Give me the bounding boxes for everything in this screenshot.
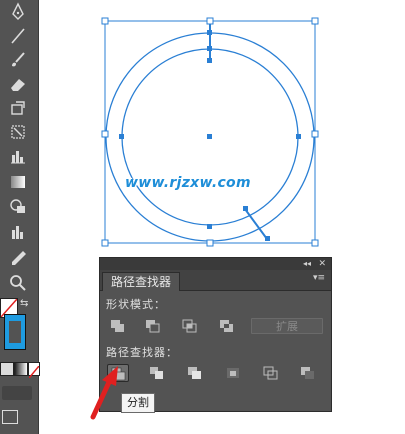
- line-tool-icon[interactable]: [6, 26, 30, 46]
- rotate-tool-icon[interactable]: [6, 98, 30, 118]
- pen-tool-icon[interactable]: [6, 2, 30, 22]
- merge-button[interactable]: [184, 364, 206, 382]
- stroke-swatch[interactable]: [4, 314, 26, 350]
- outline-button[interactable]: [260, 364, 282, 382]
- intersect-button[interactable]: [179, 317, 201, 335]
- gradient-mode-icon[interactable]: [14, 362, 28, 376]
- exclude-button[interactable]: [216, 317, 238, 335]
- trim-button[interactable]: [146, 364, 168, 382]
- gradient-tool-icon[interactable]: [6, 172, 30, 192]
- close-icon[interactable]: ✕: [318, 258, 326, 270]
- minus-front-button[interactable]: [142, 317, 164, 335]
- draw-mode-icon[interactable]: [2, 386, 32, 400]
- eyedropper-tool-icon[interactable]: [6, 248, 30, 268]
- panel-title-bar[interactable]: ◂◂ ✕: [100, 258, 331, 270]
- zoom-tool-icon[interactable]: [6, 272, 30, 292]
- minus-back-button[interactable]: [297, 364, 319, 382]
- eraser-tool-icon[interactable]: [6, 74, 30, 94]
- column-graph-tool-icon[interactable]: [6, 222, 30, 242]
- unite-button[interactable]: [107, 317, 129, 335]
- free-transform-tool-icon[interactable]: [6, 122, 30, 142]
- expand-button[interactable]: 扩展: [251, 318, 323, 334]
- swap-colors-icon[interactable]: ⇆: [20, 298, 28, 309]
- screen-mode-icon[interactable]: [2, 410, 18, 424]
- watermark: www.rjzxw.com: [125, 175, 251, 191]
- panel-tabbar: 路径查找器 ▾≡: [100, 270, 331, 291]
- shape-modes-label: 形状模式：: [106, 298, 166, 311]
- shape-builder-tool-icon[interactable]: [6, 196, 30, 216]
- brush-tool-icon[interactable]: [6, 50, 30, 70]
- tab-pathfinder[interactable]: 路径查找器: [102, 272, 181, 291]
- collapse-icon[interactable]: ◂◂: [303, 258, 311, 270]
- graph-tool-icon[interactable]: [6, 146, 30, 166]
- tools-panel: ⇆: [0, 0, 40, 434]
- crop-button[interactable]: [222, 364, 244, 382]
- annotation-arrow-icon: [88, 362, 128, 426]
- color-mode-icon[interactable]: [0, 362, 14, 376]
- pathfinder-panel: ◂◂ ✕ 路径查找器 ▾≡ 形状模式： 扩展 路径查找器：: [99, 257, 332, 412]
- pathfinders-label: 路径查找器：: [106, 346, 178, 359]
- panel-menu-icon[interactable]: ▾≡: [313, 273, 325, 283]
